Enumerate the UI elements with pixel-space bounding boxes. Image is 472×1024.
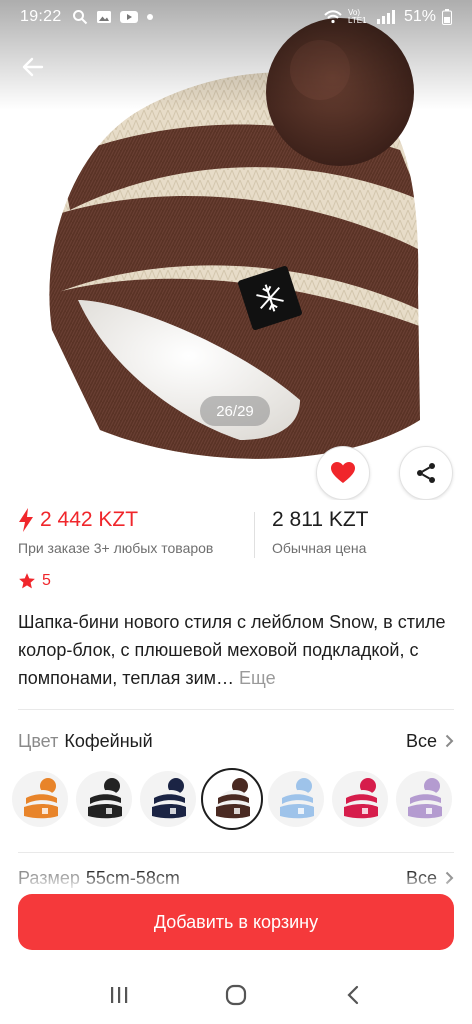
color-selector-header: Цвет Кофейный Все xyxy=(18,729,454,753)
gallery-icon xyxy=(96,9,112,25)
size-selector-header: Размер 55cm-58cm Все xyxy=(18,866,454,890)
system-nav-bar xyxy=(0,966,472,1024)
chevron-right-icon xyxy=(445,734,454,748)
chevron-left-icon xyxy=(347,985,359,1005)
hat-thumbnail-icon xyxy=(24,778,58,819)
color-swatch-navy[interactable] xyxy=(140,771,196,827)
notification-dot-icon xyxy=(146,13,154,21)
youtube-icon xyxy=(119,10,138,24)
regular-price-block: 2 811 KZT Обычная цена xyxy=(272,508,369,556)
system-back-button[interactable] xyxy=(333,975,373,1015)
battery-level: 51% xyxy=(403,8,436,25)
color-selected-value: Кофейный xyxy=(64,730,153,751)
recent-apps-button[interactable] xyxy=(99,975,139,1015)
divider xyxy=(18,709,454,710)
add-to-cart-button[interactable]: Добавить в корзину xyxy=(18,894,454,950)
show-more-link[interactable]: Еще xyxy=(239,668,276,688)
size-selected-value: 55cm-58cm xyxy=(85,867,180,888)
color-swatch-black[interactable] xyxy=(76,771,132,827)
color-swatch-crimson[interactable] xyxy=(332,771,388,827)
back-button[interactable] xyxy=(14,48,52,86)
color-swatch-list xyxy=(12,768,472,831)
star-icon xyxy=(19,573,35,589)
favorite-button[interactable] xyxy=(316,446,370,500)
status-bar: 19:22 Vo) LTE1 51% xyxy=(0,0,472,34)
share-button[interactable] xyxy=(399,446,453,500)
image-counter: 26/29 xyxy=(200,396,270,426)
regular-price: 2 811 KZT xyxy=(272,508,369,531)
signal-icon xyxy=(376,10,398,24)
chevron-right-icon xyxy=(445,871,454,885)
discount-price-block: 2 442 KZT При заказе 3+ любых товаров xyxy=(18,508,213,556)
recent-apps-icon xyxy=(110,987,127,1003)
battery-icon xyxy=(442,9,452,25)
share-icon xyxy=(417,463,435,483)
hat-thumbnail-icon xyxy=(408,778,442,819)
arrow-left-icon xyxy=(22,57,44,77)
network-label: Vo) LTE1 xyxy=(347,8,367,25)
regular-price-note: Обычная цена xyxy=(272,540,367,556)
wifi-icon xyxy=(324,10,342,24)
discount-price: 2 442 KZT xyxy=(40,508,139,531)
product-title[interactable]: Шапка-бини нового стиля с лейблом Snow, … xyxy=(18,608,454,692)
color-label: Цвет xyxy=(18,730,59,751)
hat-thumbnail-icon xyxy=(280,778,314,819)
all-sizes-link[interactable]: Все xyxy=(406,868,454,889)
lightning-icon xyxy=(19,508,33,532)
discount-price-note: При заказе 3+ любых товаров xyxy=(18,540,214,556)
status-time: 19:22 xyxy=(20,8,62,25)
home-icon xyxy=(225,984,247,1006)
all-colors-link[interactable]: Все xyxy=(406,731,454,752)
product-image-gallery[interactable]: 19:22 Vo) LTE1 51% 26/29 xyxy=(0,0,472,500)
rating-value: 5 xyxy=(42,572,51,589)
color-swatch-light-blue[interactable] xyxy=(268,771,324,827)
all-sizes-label: Все xyxy=(405,867,437,888)
hat-thumbnail-icon xyxy=(88,778,122,819)
color-swatch-orange[interactable] xyxy=(12,771,68,827)
heart-icon xyxy=(331,462,355,483)
color-swatch-lavender[interactable] xyxy=(396,771,452,827)
size-label: Размер xyxy=(18,867,80,888)
product-title-text: Шапка-бини нового стиля с лейблом Snow, … xyxy=(18,612,446,688)
hat-thumbnail-icon xyxy=(216,778,250,819)
all-colors-label: Все xyxy=(405,730,437,751)
hat-thumbnail-icon xyxy=(152,778,186,819)
divider xyxy=(18,852,454,853)
search-icon xyxy=(72,9,88,25)
price-section: 2 442 KZT При заказе 3+ любых товаров 2 … xyxy=(18,508,458,564)
price-divider xyxy=(254,512,255,558)
rating[interactable]: 5 xyxy=(18,572,51,590)
color-swatch-coffee[interactable] xyxy=(201,768,263,830)
hat-thumbnail-icon xyxy=(344,778,378,819)
home-button[interactable] xyxy=(216,975,256,1015)
